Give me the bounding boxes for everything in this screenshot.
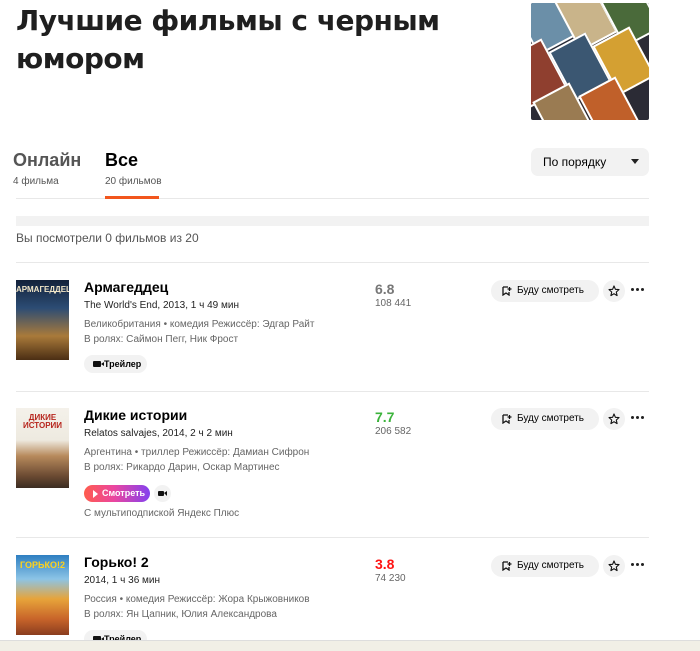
bookmark-plus-icon bbox=[502, 414, 512, 424]
subscription-note: С мультиподпиской Яндекс Плюс bbox=[84, 508, 240, 519]
film-votes: 74 230 bbox=[375, 573, 406, 584]
trailer-icon-button[interactable] bbox=[154, 485, 171, 502]
tab-all[interactable]: Все 20 фильмов bbox=[105, 148, 162, 187]
film-cast: В ролях: Рикардо Дарин, Оскар Мартинес bbox=[84, 462, 280, 473]
page-title: Лучшие фильмы с черным юмором bbox=[16, 4, 440, 75]
watchlist-button[interactable]: Буду смотреть bbox=[491, 280, 599, 302]
more-options-icon[interactable] bbox=[631, 562, 645, 568]
active-tab-indicator bbox=[105, 196, 159, 199]
film-original-title: 2014, 1 ч 36 мин bbox=[84, 575, 161, 586]
divider bbox=[16, 262, 649, 263]
tab-online[interactable]: Онлайн 4 фильма bbox=[13, 148, 81, 187]
camera-icon bbox=[93, 361, 101, 367]
film-poster[interactable]: АРМАГЕДДЕЦ bbox=[16, 280, 69, 360]
bookmark-plus-icon bbox=[502, 286, 512, 296]
watchlist-button-label: Буду смотреть bbox=[517, 285, 585, 296]
watched-progress-bar bbox=[16, 216, 649, 226]
more-options-icon[interactable] bbox=[631, 287, 645, 293]
trailer-button-label: Трейлер bbox=[104, 359, 142, 369]
collection-cover-image bbox=[531, 3, 649, 120]
sort-dropdown[interactable]: По порядку bbox=[531, 148, 649, 176]
tab-online-label: Онлайн bbox=[13, 150, 82, 170]
page: Лучшие фильмы с черным юмором Онлайн 4 ф… bbox=[0, 0, 700, 651]
film-title[interactable]: Армагеддец bbox=[84, 279, 168, 295]
film-rating: 3.8 bbox=[375, 556, 395, 572]
watch-button[interactable]: Смотреть bbox=[84, 485, 150, 502]
bookmark-plus-icon bbox=[502, 561, 512, 571]
rate-button[interactable] bbox=[603, 408, 625, 430]
film-original-title: The World's End, 2013, 1 ч 49 мин bbox=[84, 300, 239, 311]
play-icon bbox=[93, 490, 98, 498]
star-icon bbox=[608, 285, 620, 297]
film-rating: 6.8 bbox=[375, 281, 395, 297]
sort-dropdown-label: По порядку bbox=[543, 155, 607, 169]
divider bbox=[16, 391, 649, 392]
film-votes: 108 441 bbox=[375, 298, 412, 309]
poster-title: ДИКИЕ ИСТОРИИ bbox=[22, 413, 63, 430]
film-meta: Россия • комедия Режиссёр: Жора Крыжовни… bbox=[84, 594, 310, 605]
watchlist-button-label: Буду смотреть bbox=[517, 560, 585, 571]
watchlist-button[interactable]: Буду смотреть bbox=[491, 408, 599, 430]
tab-all-label: Все bbox=[105, 150, 139, 170]
more-options-icon[interactable] bbox=[631, 415, 645, 421]
watched-counter: Вы посмотрели 0 фильмов из 20 bbox=[16, 231, 199, 245]
star-icon bbox=[608, 413, 620, 425]
film-poster[interactable]: ДИКИЕ ИСТОРИИ bbox=[16, 408, 69, 488]
trailer-button[interactable]: Трейлер bbox=[84, 355, 147, 373]
film-cast: В ролях: Ян Цапник, Юлия Александрова bbox=[84, 609, 277, 620]
film-rating: 7.7 bbox=[375, 409, 395, 425]
film-cast: В ролях: Саймон Пегг, Ник Фрост bbox=[84, 334, 239, 345]
film-title[interactable]: Горько! 2 bbox=[84, 554, 149, 570]
film-meta: Великобритания • комедия Режиссёр: Эдгар… bbox=[84, 319, 315, 330]
tab-online-count: 4 фильма bbox=[13, 176, 59, 187]
divider bbox=[16, 537, 649, 538]
star-icon bbox=[608, 560, 620, 572]
film-votes: 206 582 bbox=[375, 426, 412, 437]
rate-button[interactable] bbox=[603, 280, 625, 302]
poster-title: ГОРЬКО!2 bbox=[20, 560, 65, 570]
poster-title: АРМАГЕДДЕЦ bbox=[16, 285, 69, 294]
film-meta: Аргентина • триллер Режиссёр: Дамиан Сиф… bbox=[84, 447, 310, 458]
watchlist-button[interactable]: Буду смотреть bbox=[491, 555, 599, 577]
film-original-title: Relatos salvajes, 2014, 2 ч 2 мин bbox=[84, 428, 233, 439]
browser-bottom-strip bbox=[0, 640, 700, 651]
tab-all-count: 20 фильмов bbox=[105, 176, 162, 187]
rate-button[interactable] bbox=[603, 555, 625, 577]
film-poster[interactable]: ГОРЬКО!2 bbox=[16, 555, 69, 635]
watch-button-label: Смотреть bbox=[102, 488, 146, 498]
film-title[interactable]: Дикие истории bbox=[84, 407, 187, 423]
watchlist-button-label: Буду смотреть bbox=[517, 413, 585, 424]
caret-down-icon bbox=[631, 159, 639, 164]
